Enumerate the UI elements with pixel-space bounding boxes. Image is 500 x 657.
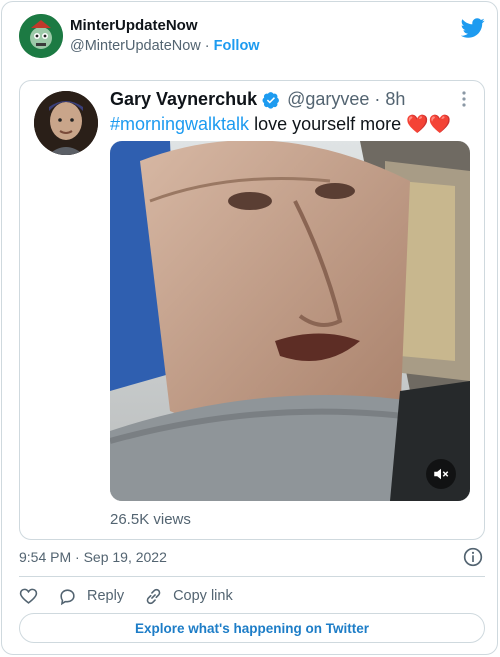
- copy-link-button[interactable]: Copy link: [144, 587, 233, 606]
- handle-separator: ·: [200, 38, 214, 54]
- quoted-tweet[interactable]: Gary Vaynerchuk @garyvee · 8h #morningwa…: [19, 80, 485, 540]
- quoted-author-avatar[interactable]: [34, 91, 98, 155]
- divider: [19, 576, 485, 577]
- reply-icon: [60, 588, 75, 605]
- like-button[interactable]: [19, 587, 38, 606]
- action-bar: Reply Copy link: [19, 584, 253, 608]
- video-player[interactable]: [110, 141, 470, 501]
- author-handle[interactable]: @MinterUpdateNow: [70, 38, 201, 54]
- view-count: 26.5K views: [110, 511, 191, 528]
- copy-link-label: Copy link: [173, 588, 233, 604]
- explore-twitter-button[interactable]: Explore what's happening on Twitter: [19, 613, 485, 643]
- quoted-author-name[interactable]: Gary Vaynerchuk: [110, 89, 257, 110]
- mute-button[interactable]: [426, 459, 456, 489]
- copy-link-icon: [146, 588, 161, 604]
- author-handle-line: @MinterUpdateNow · Follow: [70, 38, 260, 54]
- hashtag-link[interactable]: #morningwalktalk: [110, 114, 249, 134]
- tweet-embed-card: MinterUpdateNow @MinterUpdateNow · Follo…: [1, 1, 498, 655]
- quoted-tweet-text: #morningwalktalk love yourself more ❤️❤️: [110, 114, 451, 135]
- author-avatar[interactable]: [19, 14, 63, 58]
- info-icon[interactable]: [463, 547, 483, 567]
- reply-label: Reply: [87, 588, 125, 604]
- quoted-handle-line: @garyvee · 8h: [287, 89, 405, 110]
- quoted-author-handle[interactable]: @garyvee: [287, 89, 369, 109]
- twitter-logo-icon[interactable]: [461, 16, 485, 40]
- quoted-header: Gary Vaynerchuk @garyvee · 8h: [110, 89, 405, 110]
- tweet-timestamp[interactable]: 9:54 PM · Sep 19, 2022: [19, 549, 167, 565]
- heart-icon: [19, 588, 38, 604]
- video-frame: [110, 141, 470, 501]
- heart-emojis: ❤️❤️: [406, 114, 451, 134]
- quoted-time[interactable]: 8h: [385, 89, 405, 109]
- tweet-body: love yourself more: [249, 114, 407, 134]
- more-icon[interactable]: [462, 91, 466, 107]
- mute-icon: [434, 468, 449, 480]
- follow-link[interactable]: Follow: [214, 38, 260, 54]
- author-name[interactable]: MinterUpdateNow: [70, 17, 198, 34]
- verified-badge-icon: [262, 91, 280, 109]
- time-dot: ·: [369, 89, 386, 109]
- reply-button[interactable]: Reply: [58, 587, 124, 606]
